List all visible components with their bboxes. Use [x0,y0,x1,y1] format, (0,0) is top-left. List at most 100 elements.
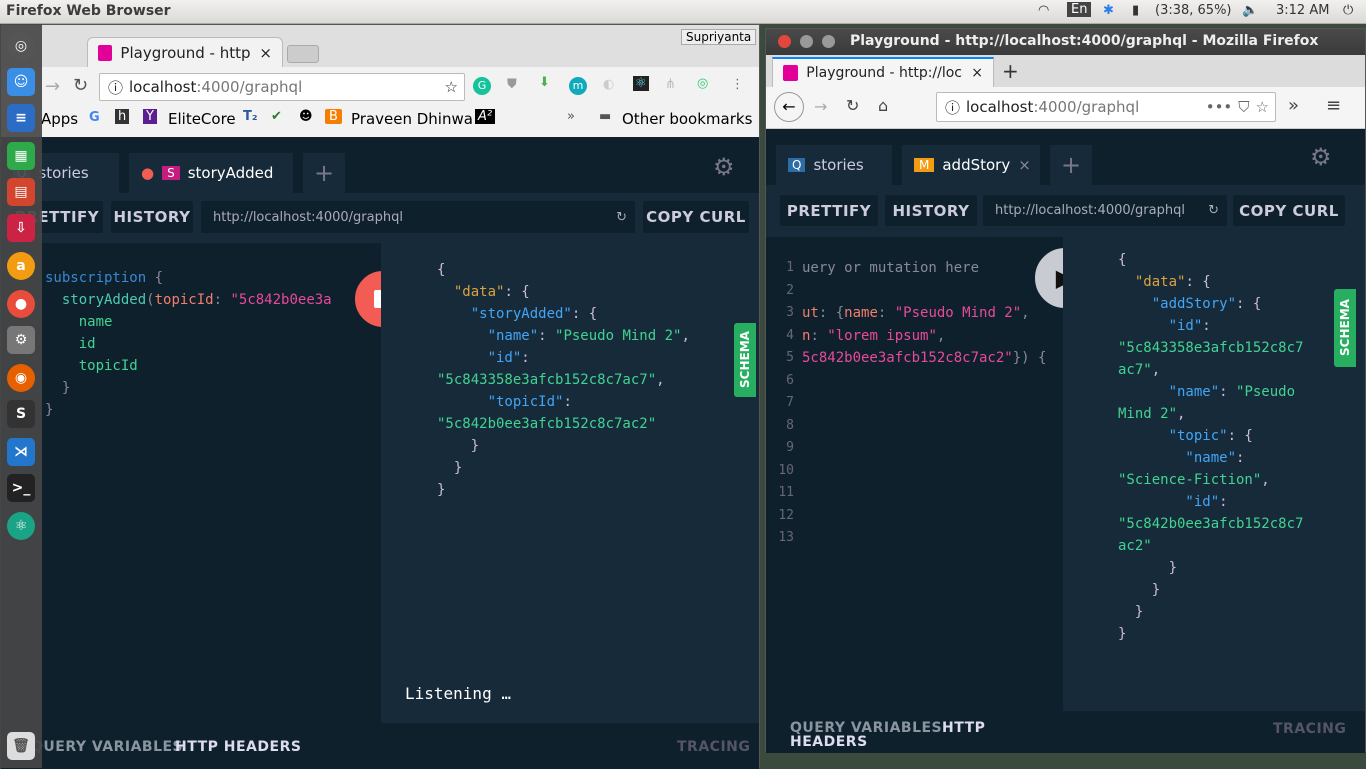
browser-tab-playground[interactable]: Playground - http://loca × [772,57,994,87]
hamburger-menu-icon[interactable]: ≡ [1326,95,1341,116]
bookmark-yahoo-icon[interactable]: Y [143,109,157,124]
endpoint-input[interactable]: http://localhost:4000/graphql ↻ [983,195,1227,226]
prettify-button[interactable]: PRETTIFY [780,195,878,226]
query-variables-tab[interactable]: QUERY VARIABLES [31,739,183,755]
bookmark-a2-icon[interactable]: A² [475,109,496,124]
close-tab-icon[interactable]: × [259,44,272,62]
schema-tab[interactable]: SCHEMA [1334,289,1356,367]
query-editor[interactable]: 1 2 3 4 5 6 7 8 9 10 11 12 13 uery or mutation here … [766,237,1063,711]
bookmark-avatar-icon[interactable]: ☻ [299,109,313,124]
address-bar[interactable]: ⓘ localhost:4000/graphql ••• ⛉ ☆ [936,92,1276,122]
sitemap-extension-icon[interactable]: ⋔ [665,77,676,92]
add-tab-button[interactable]: + [303,153,345,193]
bookmark-blogger-icon[interactable]: B [325,109,342,124]
refresh-schema-icon[interactable]: ↻ [1208,203,1219,218]
code-token: , [1177,406,1186,422]
maximize-window-button[interactable] [822,35,835,48]
target-extension-icon[interactable]: ◎ [697,76,708,91]
pg-tab-addstory[interactable]: M addStory × [902,145,1040,185]
query-code[interactable]: uery or mutation here ut: {name: "Pseudo… [802,257,1046,370]
bluetooth-icon[interactable]: ✱ [1103,3,1114,18]
history-button[interactable]: HISTORY [885,195,977,226]
new-tab-button[interactable]: + [1002,59,1019,83]
software-center-icon[interactable]: ⇩ [7,214,35,242]
new-tab-button[interactable] [287,45,319,63]
copy-curl-button[interactable]: COPY CURL [1233,195,1345,226]
power-icon[interactable]: ⏻ [1343,3,1353,18]
reload-icon[interactable]: ↻ [73,75,88,96]
bookmark-apps[interactable]: Apps [41,110,78,128]
reload-button[interactable]: ↻ [846,96,859,115]
grammarly-extension-icon[interactable]: G [473,77,491,95]
keyboard-layout-indicator[interactable]: En [1067,2,1092,17]
forward-button[interactable]: → [814,97,827,116]
overflow-menu-icon[interactable]: » [1288,95,1299,116]
wifi-icon[interactable]: ◠ [1038,3,1049,18]
volume-icon[interactable]: 🔈 [1242,3,1258,18]
settings-icon[interactable]: ⚙ [7,326,35,354]
http-headers-tab[interactable]: HTTP HEADERS [790,721,990,749]
m-extension-icon[interactable]: m [569,77,587,95]
atom-icon[interactable]: ⚛ [7,512,35,540]
battery-icon[interactable]: ▮ [1132,3,1139,18]
firefox-icon[interactable]: ◉ [7,364,35,392]
bookmark-check-icon[interactable]: ✔ [271,109,282,124]
battery-status[interactable]: (3:38, 65%) [1155,3,1232,18]
trash-icon[interactable]: 🗑 [7,732,35,760]
shield-extension-icon[interactable]: ⛊ [507,77,517,92]
forward-icon[interactable]: → [45,76,60,97]
tracing-tab[interactable]: TRACING [677,739,750,755]
bookmark-praveen[interactable]: Praveen Dhinwa [351,110,473,128]
settings-gear-icon[interactable]: ⚙ [1310,143,1332,171]
chrome-icon[interactable]: ● [7,290,35,318]
pocket-icon[interactable]: ⛉ [1238,98,1249,116]
ubuntu-dash-icon[interactable]: ◎ [7,32,35,60]
amazon-icon[interactable]: a [7,252,35,280]
writer-icon[interactable]: ≡ [7,104,35,132]
add-tab-button[interactable]: + [1050,145,1092,185]
tracing-tab[interactable]: TRACING [1273,721,1346,737]
back-button[interactable]: ← [774,92,804,122]
home-button[interactable]: ⌂ [878,96,888,115]
query-editor[interactable]: subscription { storyAdded(topicId: "5c84… [1,243,381,723]
http-headers-tab[interactable]: HTTP HEADERS [175,739,301,755]
settings-gear-icon[interactable]: ⚙ [713,153,735,181]
schema-tab[interactable]: SCHEMA [734,323,756,397]
clock[interactable]: 3:12 AM [1276,3,1329,18]
history-button[interactable]: HISTORY [111,201,193,233]
close-window-button[interactable] [778,35,791,48]
page-actions-icon[interactable]: ••• [1206,98,1233,116]
bookmark-star-icon[interactable]: ☆ [445,78,458,96]
calc-icon[interactable]: ▦ [7,142,35,170]
pg-tab-storyadded[interactable]: ● S storyAdded [129,153,293,193]
profile-badge[interactable]: Supriyanta [681,29,757,45]
address-bar[interactable]: ⓘ localhost:4000/graphql ☆ [99,73,465,101]
react-devtools-icon[interactable]: ⚛ [633,76,649,91]
copy-curl-button[interactable]: COPY CURL [643,201,749,233]
minimize-window-button[interactable] [800,35,813,48]
files-icon[interactable]: ☺ [7,68,35,96]
impress-icon[interactable]: ▤ [7,178,35,206]
bookmarks-overflow-icon[interactable]: » [567,109,575,124]
close-pg-tab-icon[interactable]: × [1018,156,1031,174]
terminal-icon[interactable]: >_ [7,474,35,502]
info-icon[interactable]: ⓘ [945,97,960,118]
endpoint-input[interactable]: http://localhost:4000/graphql ↻ [201,201,635,233]
bookmark-star-icon[interactable]: ☆ [1256,98,1269,116]
sublime-icon[interactable]: S [7,400,35,428]
browser-tab-playground[interactable]: Playground - http:// × [87,37,283,67]
query-code[interactable]: subscription { storyAdded(topicId: "5c84… [45,267,332,421]
info-icon[interactable]: ⓘ [108,77,123,98]
pg-tab-stories[interactable]: Q stories [776,145,892,185]
chrome-menu-icon[interactable]: ⋮ [731,77,744,92]
bookmark-t2-icon[interactable]: T₂ [243,109,258,124]
other-bookmarks[interactable]: Other bookmarks [622,110,752,128]
vscode-icon[interactable]: ⋊ [7,438,35,466]
bookmark-elitecore[interactable]: EliteCore [168,110,236,128]
bookmark-google-icon[interactable]: G [89,110,100,125]
refresh-schema-icon[interactable]: ↻ [616,210,627,225]
close-tab-icon[interactable]: × [971,65,983,81]
download-extension-icon[interactable]: ⬇ [539,75,550,90]
loading-extension-icon[interactable]: ◐ [603,77,614,92]
bookmark-h-icon[interactable]: h [115,109,130,124]
